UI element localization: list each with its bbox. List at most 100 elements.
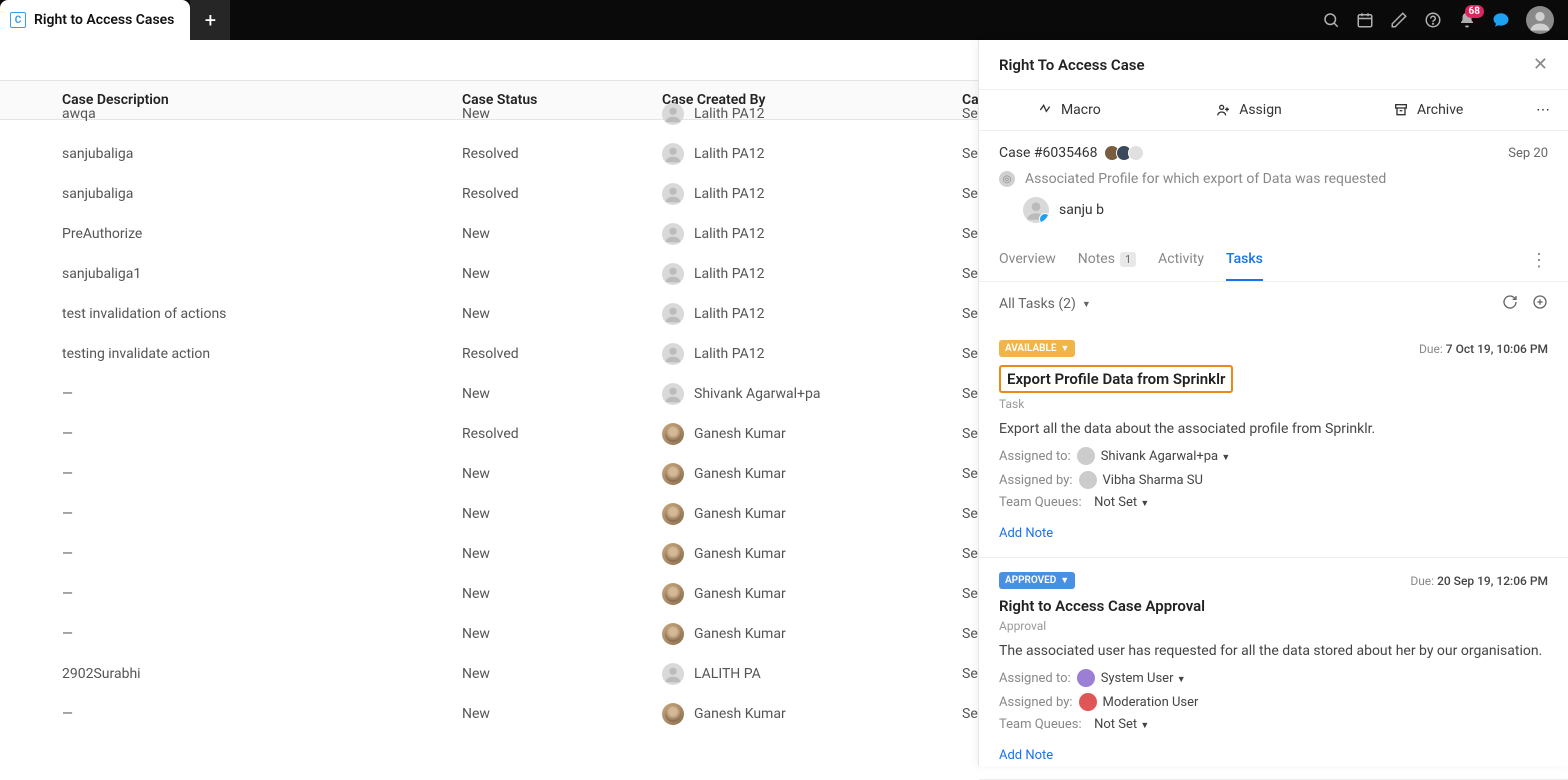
tab-app-icon: C bbox=[10, 12, 26, 28]
panel-title: Right To Access Case bbox=[999, 56, 1145, 74]
profile-avatar-icon bbox=[1023, 197, 1049, 223]
macro-button[interactable]: Macro bbox=[979, 90, 1159, 130]
task-status-dropdown[interactable]: AVAILABLE ▼ bbox=[999, 340, 1075, 357]
user-avatar-icon bbox=[662, 503, 684, 525]
panel-tabs-menu-button[interactable]: ⋮ bbox=[1530, 250, 1548, 271]
cell-status: New bbox=[448, 666, 648, 682]
user-avatar-icon bbox=[662, 223, 684, 245]
cell-status: New bbox=[448, 266, 648, 282]
add-note-button[interactable]: Add Note bbox=[999, 748, 1053, 763]
calendar-icon[interactable] bbox=[1356, 11, 1374, 29]
assigned-to-name[interactable]: Shivank Agarwal+pa ▼ bbox=[1101, 449, 1231, 464]
user-name: Ganesh Kumar bbox=[694, 706, 786, 722]
cell-description: — bbox=[48, 506, 448, 522]
user-name: Lalith PA12 bbox=[694, 106, 765, 122]
chat-icon[interactable] bbox=[1492, 11, 1510, 29]
tab-right-to-access[interactable]: C Right to Access Cases bbox=[0, 0, 190, 40]
tab-notes[interactable]: Notes 1 bbox=[1078, 239, 1136, 281]
participant-avatars[interactable] bbox=[1104, 145, 1144, 161]
user-avatar-icon bbox=[662, 143, 684, 165]
task-due: Due: 20 Sep 19, 12:06 PM bbox=[1410, 574, 1548, 588]
user-name: Ganesh Kumar bbox=[694, 426, 786, 442]
task-assigned-to: Assigned to: Shivank Agarwal+pa ▼ bbox=[999, 447, 1548, 465]
cell-created-by: Lalith PA12 bbox=[648, 183, 948, 205]
user-name: Ganesh Kumar bbox=[694, 506, 786, 522]
user-avatar-icon bbox=[662, 263, 684, 285]
notifications-icon[interactable]: 68 bbox=[1458, 11, 1476, 29]
cell-description: sanjubaliga bbox=[48, 146, 448, 162]
user-avatar-icon[interactable] bbox=[1526, 6, 1554, 34]
tab-overview[interactable]: Overview bbox=[999, 239, 1056, 281]
case-number: Case #6035468 bbox=[999, 145, 1144, 161]
cell-status: New bbox=[448, 226, 648, 242]
cell-created-by: Lalith PA12 bbox=[648, 223, 948, 245]
task-card[interactable]: AVAILABLE ▼Due: 7 Oct 19, 10:06 PMExport… bbox=[979, 326, 1568, 558]
info-icon: ◎ bbox=[999, 171, 1015, 187]
notification-count-badge: 68 bbox=[1465, 5, 1484, 18]
user-avatar-icon bbox=[662, 463, 684, 485]
assigned-by-name: Moderation User bbox=[1103, 695, 1199, 710]
help-icon[interactable] bbox=[1424, 11, 1442, 29]
archive-button[interactable]: Archive bbox=[1338, 90, 1518, 130]
task-assigned-by: Assigned by: Vibha Sharma SU bbox=[999, 471, 1548, 489]
close-panel-button[interactable]: ✕ bbox=[1533, 54, 1548, 75]
search-icon[interactable] bbox=[1322, 11, 1340, 29]
cell-status: New bbox=[448, 306, 648, 322]
tab-tasks[interactable]: Tasks bbox=[1226, 239, 1263, 281]
panel-more-button[interactable]: ⋯ bbox=[1518, 90, 1568, 130]
task-team-queues: Team Queues: Not Set ▼ bbox=[999, 495, 1548, 510]
refresh-button[interactable] bbox=[1502, 294, 1518, 314]
cell-created-by: Lalith PA12 bbox=[648, 103, 948, 125]
cell-created-by: Lalith PA12 bbox=[648, 263, 948, 285]
assign-button[interactable]: Assign bbox=[1159, 90, 1339, 130]
main-area: Case Description Case Status Case Create… bbox=[0, 40, 1568, 766]
cell-status: New bbox=[448, 386, 648, 402]
task-header: APPROVED ▼ Due: 20 Sep 19, 12:06 PM bbox=[999, 572, 1548, 589]
assign-icon bbox=[1215, 102, 1231, 118]
user-name: Shivank Agarwal+pa bbox=[694, 386, 820, 402]
team-queues-value[interactable]: Not Set ▼ bbox=[1094, 717, 1149, 732]
user-avatar-icon bbox=[662, 583, 684, 605]
cell-status: New bbox=[448, 626, 648, 642]
tasks-actions bbox=[1502, 294, 1548, 314]
user-name: LALITH PA bbox=[694, 666, 761, 682]
user-avatar-icon bbox=[662, 703, 684, 725]
assigned-to-name[interactable]: System User ▼ bbox=[1101, 671, 1186, 686]
cell-created-by: Lalith PA12 bbox=[648, 343, 948, 365]
add-task-button[interactable] bbox=[1532, 294, 1548, 314]
panel-tabs-list: Overview Notes 1 Activity Tasks bbox=[999, 239, 1263, 281]
chevron-down-icon: ▼ bbox=[1060, 575, 1069, 586]
add-tab-button[interactable]: + bbox=[190, 0, 230, 40]
task-status-dropdown[interactable]: APPROVED ▼ bbox=[999, 572, 1075, 589]
task-card[interactable]: APPROVED ▼Due: 20 Sep 19, 12:06 PMRight … bbox=[979, 558, 1568, 780]
case-header-row: Case #6035468 Sep 20 bbox=[999, 145, 1548, 161]
cell-description: sanjubaliga1 bbox=[48, 266, 448, 282]
user-name: Lalith PA12 bbox=[694, 146, 765, 162]
user-name: Lalith PA12 bbox=[694, 346, 765, 362]
task-header: AVAILABLE ▼Due: 7 Oct 19, 10:06 PM bbox=[999, 340, 1548, 357]
task-type: Approval bbox=[999, 619, 1548, 633]
tasks-filter-dropdown[interactable]: All Tasks (2) ▼ bbox=[999, 296, 1091, 312]
macro-label: Macro bbox=[1061, 102, 1101, 118]
task-type: Task bbox=[999, 397, 1548, 411]
team-queues-value[interactable]: Not Set ▼ bbox=[1094, 495, 1149, 510]
assigned-by-name: Vibha Sharma SU bbox=[1103, 473, 1203, 488]
cell-status: Resolved bbox=[448, 146, 648, 162]
edit-icon[interactable] bbox=[1390, 11, 1408, 29]
cell-description: test invalidation of actions bbox=[48, 306, 448, 322]
plus-circle-icon bbox=[1532, 294, 1548, 310]
tasks-filter-label: All Tasks (2) bbox=[999, 296, 1076, 312]
twitter-badge-icon bbox=[1039, 213, 1049, 223]
cell-created-by: Shivank Agarwal+pa bbox=[648, 383, 948, 405]
cell-created-by: Ganesh Kumar bbox=[648, 543, 948, 565]
profile-row[interactable]: sanju b bbox=[1023, 197, 1548, 223]
case-detail-panel: Right To Access Case ✕ Macro Assign Arch… bbox=[978, 40, 1568, 766]
user-avatar-icon bbox=[662, 423, 684, 445]
archive-icon bbox=[1393, 102, 1409, 118]
cell-description: — bbox=[48, 426, 448, 442]
avatar-icon bbox=[1077, 447, 1095, 465]
tab-activity[interactable]: Activity bbox=[1158, 239, 1204, 281]
add-note-button[interactable]: Add Note bbox=[999, 526, 1053, 541]
cell-description: sanjubaliga bbox=[48, 186, 448, 202]
user-name: Ganesh Kumar bbox=[694, 586, 786, 602]
